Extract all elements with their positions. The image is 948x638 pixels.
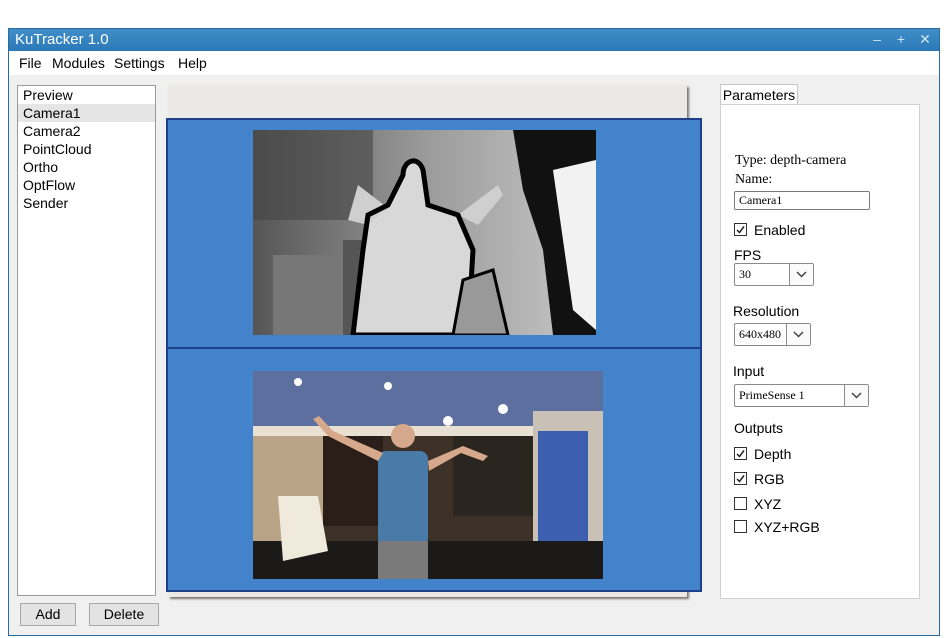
fps-label: FPS [734, 247, 762, 263]
module-item-pointcloud[interactable]: PointCloud [18, 140, 155, 158]
chevron-down-icon[interactable] [789, 264, 813, 285]
close-icon[interactable]: ✕ [915, 31, 935, 48]
check-icon [734, 447, 747, 460]
module-item-preview[interactable]: Preview [18, 86, 155, 104]
input-value: PrimeSense 1 [739, 388, 805, 402]
add-button[interactable]: Add [20, 603, 76, 626]
menu-help[interactable]: Help [178, 55, 207, 71]
input-select[interactable]: PrimeSense 1 [734, 384, 869, 407]
menu-modules[interactable]: Modules [52, 55, 105, 71]
enabled-label: Enabled [754, 222, 806, 238]
depth-image [253, 130, 596, 335]
menu-bar: File Modules Settings Help [9, 51, 939, 75]
resolution-label: Resolution [733, 303, 800, 319]
menu-file[interactable]: File [19, 55, 42, 71]
depth-view-panel [166, 118, 702, 350]
module-item-optflow[interactable]: OptFlow [18, 176, 155, 194]
module-item-sender[interactable]: Sender [18, 194, 155, 212]
app-window: KuTracker 1.0 – + ✕ File Modules Setting… [8, 28, 940, 636]
fps-select[interactable]: 30 [734, 263, 814, 286]
resolution-value: 640x480 [739, 327, 781, 341]
check-icon [734, 223, 747, 236]
module-item-camera2[interactable]: Camera2 [18, 122, 155, 140]
rgb-view-panel [166, 347, 702, 592]
outputs-label: Outputs [734, 420, 784, 436]
tab-parameters[interactable]: Parameters [720, 84, 798, 105]
chevron-down-icon[interactable] [844, 385, 868, 406]
window-title: KuTracker 1.0 [15, 31, 109, 48]
check-icon [734, 472, 747, 485]
chevron-down-icon[interactable] [786, 324, 810, 345]
module-item-ortho[interactable]: Ortho [18, 158, 155, 176]
type-label: Type: depth-camera [735, 153, 847, 168]
module-list[interactable]: Preview Camera1 Camera2 PointCloud Ortho… [17, 85, 156, 596]
module-item-camera1[interactable]: Camera1 [18, 104, 155, 122]
input-label: Input [733, 363, 765, 379]
name-label: Name: [735, 172, 773, 187]
maximize-icon[interactable]: + [891, 31, 911, 48]
output-rgb-label: RGB [754, 471, 785, 487]
minimize-icon[interactable]: – [867, 31, 887, 48]
name-field[interactable]: Camera1 [734, 191, 870, 210]
resolution-select[interactable]: 640x480 [734, 323, 811, 346]
parameters-panel: Type: depth-camera Name: Camera1 Enabled… [720, 104, 920, 599]
delete-button[interactable]: Delete [89, 603, 159, 626]
output-depth-label: Depth [754, 446, 792, 462]
output-xyzrgb-label: XYZ+RGB [754, 519, 820, 535]
menu-settings[interactable]: Settings [114, 55, 165, 71]
fps-value: 30 [739, 267, 751, 281]
rgb-image [253, 371, 603, 579]
output-xyz-label: XYZ [754, 496, 782, 512]
title-bar[interactable]: KuTracker 1.0 – + ✕ [9, 29, 939, 51]
